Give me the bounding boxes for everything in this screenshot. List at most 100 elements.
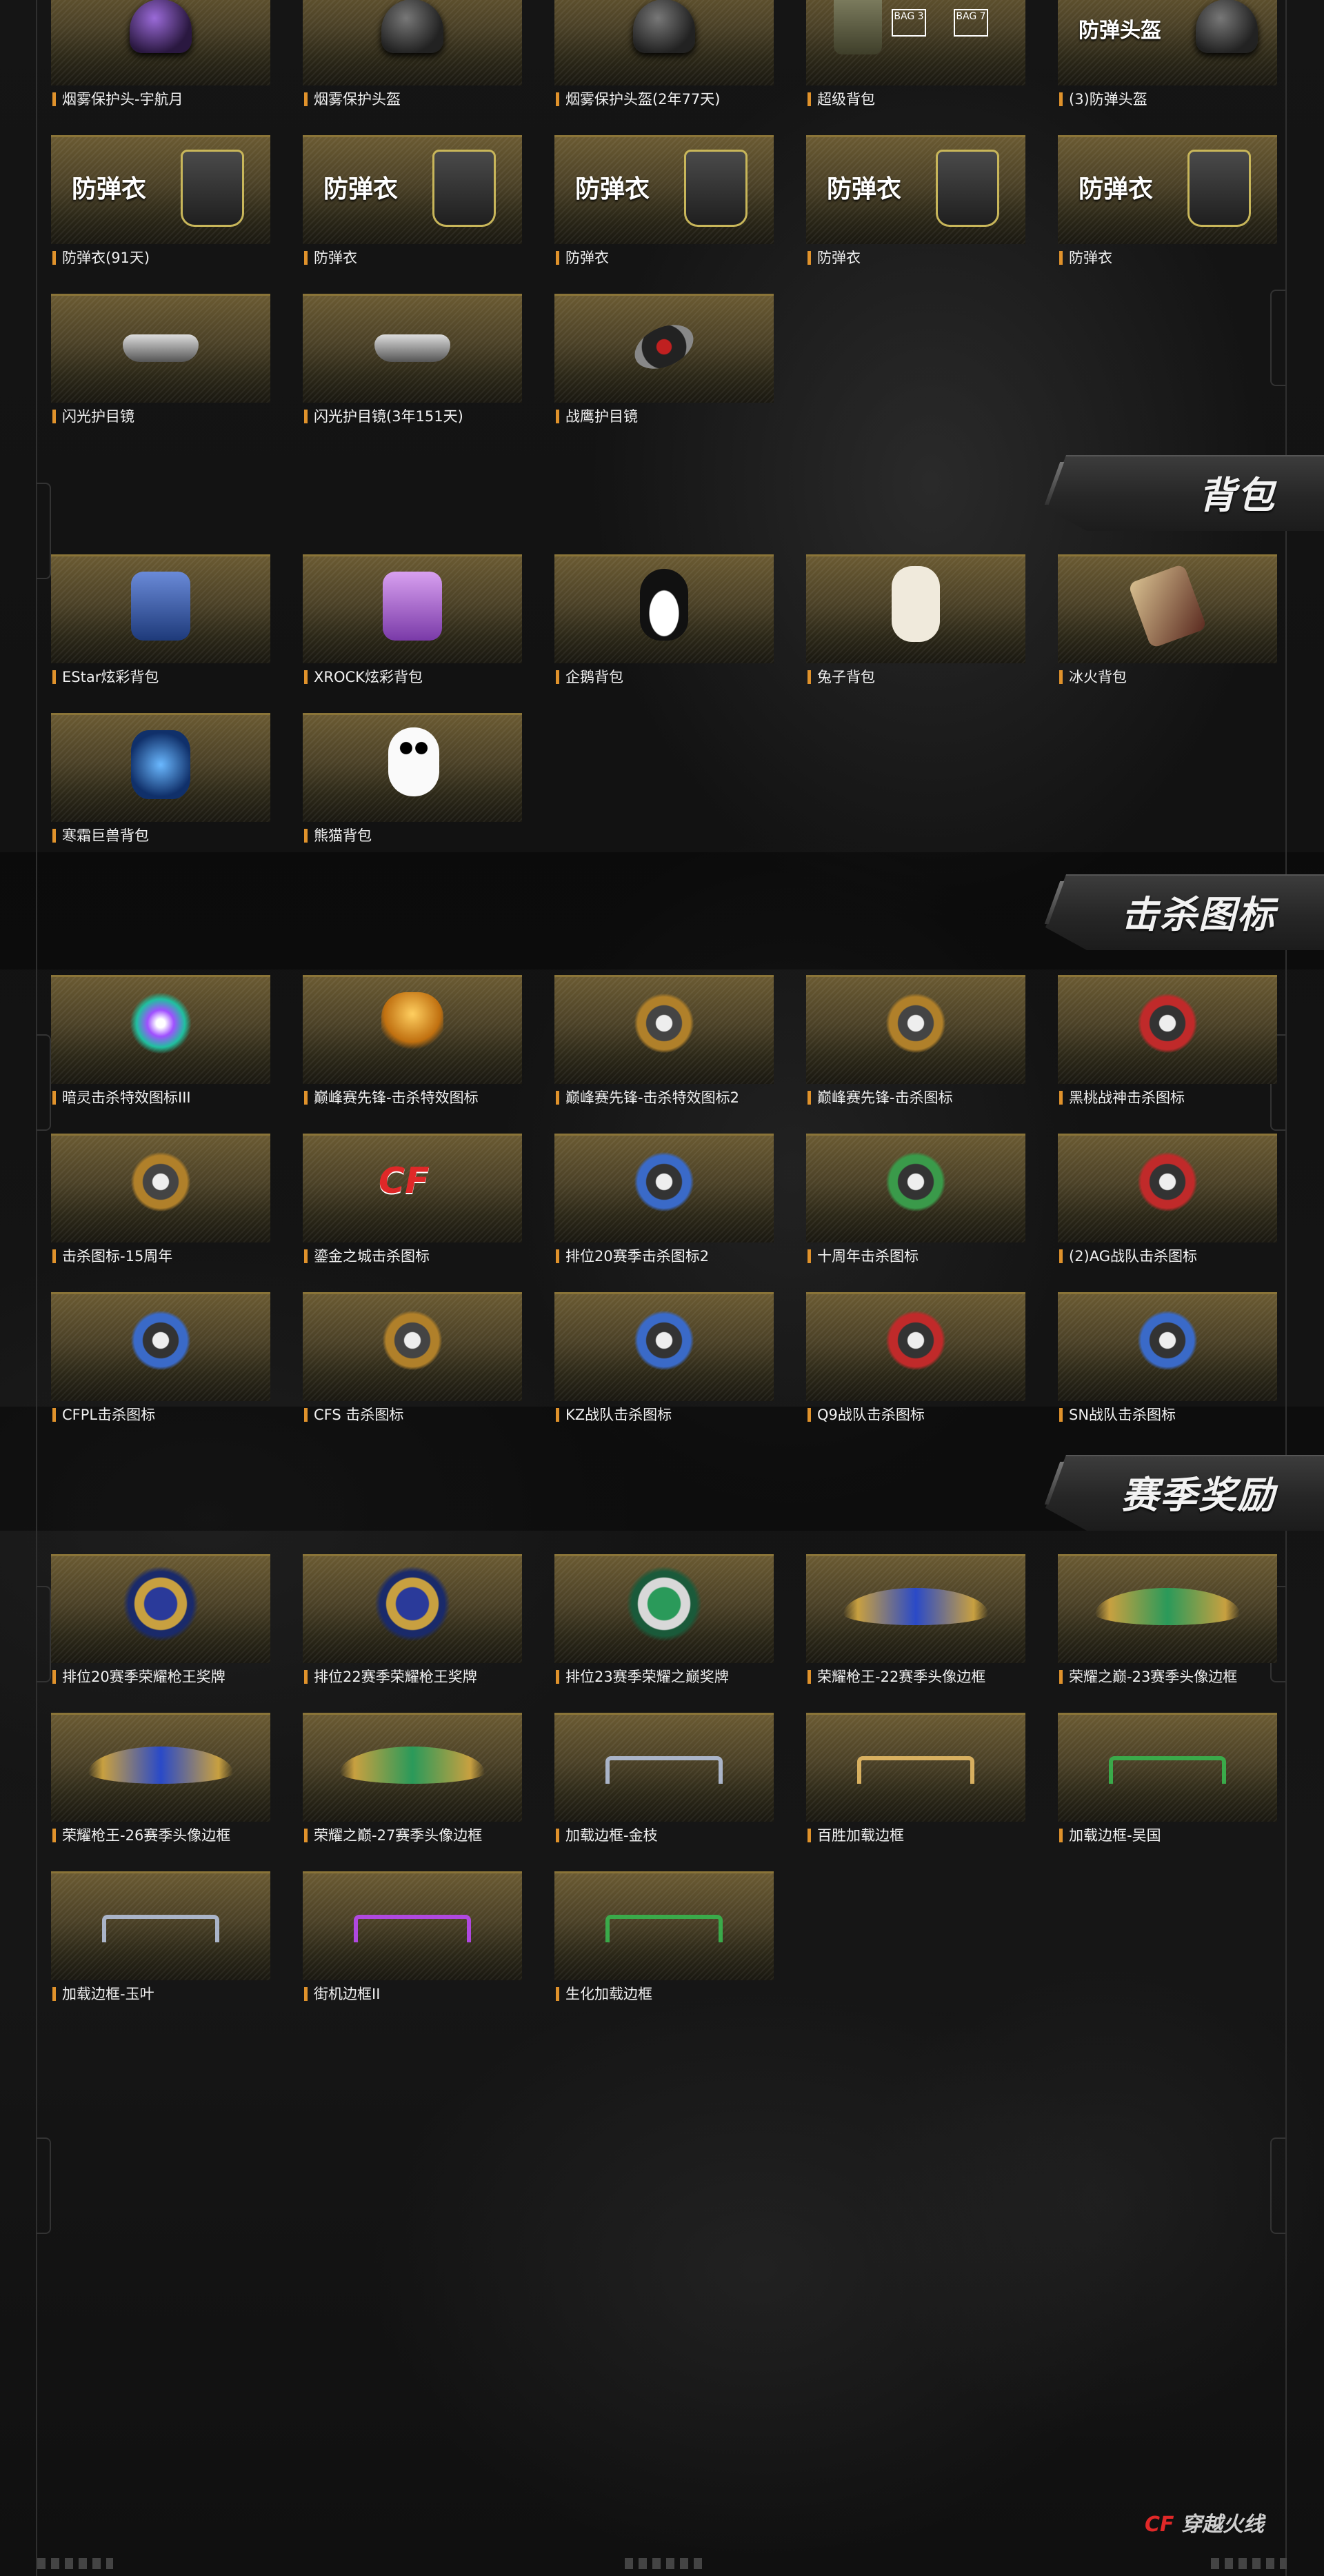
section-tab-shape [1045,455,1324,531]
item-label: 熊猫背包 [303,827,372,844]
item-label: 鎏金之城击杀图标 [303,1248,430,1265]
goggles-icon [123,334,199,362]
item-card[interactable]: 战鹰护目镜 [554,294,774,425]
item-card[interactable]: XROCK炫彩背包 [303,554,522,685]
item-label: 排位23赛季荣耀之巅奖牌 [554,1669,729,1685]
item-card[interactable]: 百胜加载边框 [806,1713,1025,1844]
item-thumbnail: 防弹衣 [51,135,270,244]
item-label: 防弹衣 [554,250,609,266]
skull-emblem-icon [1136,1309,1198,1371]
item-card[interactable]: 烟雾保护头盔 [303,0,522,108]
medal-icon [626,1566,702,1642]
item-label: 十周年击杀图标 [806,1248,919,1265]
skull-emblem-icon [1136,1151,1198,1213]
skull-emblem-icon [130,1151,192,1213]
frame-right-line [1285,0,1287,2576]
item-card[interactable]: 巅峰赛先锋-击杀特效图标2 [554,975,774,1106]
skull-emblem-icon [885,1309,947,1371]
item-card[interactable]: 防弹衣 防弹衣 [554,135,774,266]
item-card[interactable]: 寒霜巨兽背包 [51,713,270,844]
beast-icon [131,730,190,799]
item-card[interactable]: KZ战队击杀图标 [554,1292,774,1423]
item-label: 排位20赛季荣耀枪王奖牌 [51,1669,225,1685]
item-card[interactable]: Q9战队击杀图标 [806,1292,1025,1423]
skull-emblem-icon [885,1151,947,1213]
item-card[interactable]: 暗灵击杀特效图标III [51,975,270,1106]
item-card[interactable]: 生化加载边框 [554,1871,774,2002]
item-card[interactable]: CFPL击杀图标 [51,1292,270,1423]
item-card[interactable]: 荣耀枪王-26赛季头像边框 [51,1713,270,1844]
item-card[interactable]: 冰火背包 [1058,554,1277,685]
item-card[interactable]: 排位22赛季荣耀枪王奖牌 [303,1554,522,1685]
item-label: 寒霜巨兽背包 [51,827,149,844]
item-card[interactable]: 排位20赛季荣耀枪王奖牌 [51,1554,270,1685]
item-card[interactable]: 加载边框-金枝 [554,1713,774,1844]
item-card[interactable]: 熊猫背包 [303,713,522,844]
item-thumbnail [51,1871,270,1980]
item-card[interactable]: BAG 3 BAG 7 超级背包 [806,0,1025,108]
game-logo: CF 穿越火线 [1145,2507,1264,2537]
item-thumbnail [554,1554,774,1663]
item-thumbnail [51,713,270,822]
item-card[interactable]: 防弹衣 防弹衣 [1058,135,1277,266]
item-thumbnail [1058,1134,1277,1242]
item-thumbnail [554,1292,774,1401]
item-card[interactable]: 巅峰赛先锋-击杀图标 [806,975,1025,1106]
item-thumbnail: 防弹头盔 [1058,0,1277,85]
vest-icon [432,150,496,227]
vest-icon [684,150,748,227]
item-thumbnail [51,1554,270,1663]
vest-overlay-text: 防弹衣 [72,175,147,203]
loading-frame-icon [605,1756,723,1784]
item-card[interactable]: 十周年击杀图标 [806,1134,1025,1265]
vest-icon [936,150,999,227]
item-label: 防弹衣(91天) [51,250,150,266]
item-label: SN战队击杀图标 [1058,1407,1176,1423]
item-card[interactable]: 防弹衣 防弹衣 [303,135,522,266]
item-thumbnail [806,554,1025,663]
item-card[interactable]: 闪光护目镜(3年151天) [303,294,522,425]
vest-overlay-text: 防弹衣 [323,175,399,203]
item-card[interactable]: 防弹衣 防弹衣(91天) [51,135,270,266]
item-thumbnail [51,1134,270,1242]
item-card[interactable]: EStar炫彩背包 [51,554,270,685]
item-card[interactable]: 击杀图标-15周年 [51,1134,270,1265]
item-card[interactable]: 防弹头盔 (3)防弹头盔 [1058,0,1277,108]
item-card[interactable]: 烟雾保护头盔(2年77天) [554,0,774,108]
item-card[interactable]: SN战队击杀图标 [1058,1292,1277,1423]
item-label: 荣耀之巅-27赛季头像边框 [303,1827,482,1844]
item-thumbnail: 防弹衣 [303,135,522,244]
item-label: Q9战队击杀图标 [806,1407,925,1423]
cf-logo-icon: CF [379,1160,430,1202]
item-card[interactable]: 街机边框II [303,1871,522,2002]
item-label: 巅峰赛先锋-击杀特效图标2 [554,1089,739,1106]
item-card[interactable]: 加载边框-玉叶 [51,1871,270,2002]
item-thumbnail [303,1871,522,1980]
item-label: KZ战队击杀图标 [554,1407,672,1423]
item-card[interactable]: 排位23赛季荣耀之巅奖牌 [554,1554,774,1685]
item-card[interactable]: 黑桃战神击杀图标 [1058,975,1277,1106]
loading-frame-icon [857,1756,974,1784]
item-thumbnail: BAG 3 BAG 7 [806,0,1025,85]
item-card[interactable]: 荣耀之巅-27赛季头像边框 [303,1713,522,1844]
vest-overlay-text: 防弹衣 [827,175,902,203]
item-card[interactable]: 巅峰赛先锋-击杀特效图标 [303,975,522,1106]
item-card[interactable]: 烟雾保护头-宇航月 [51,0,270,108]
item-card[interactable]: 兔子背包 [806,554,1025,685]
backpack-icon [834,0,882,54]
goggles-icon [374,334,450,362]
item-card[interactable]: 荣耀枪王-22赛季头像边框 [806,1554,1025,1685]
item-card[interactable]: 闪光护目镜 [51,294,270,425]
item-label: 巅峰赛先锋-击杀图标 [806,1089,953,1106]
item-card[interactable]: (2)AG战队击杀图标 [1058,1134,1277,1265]
item-label: 荣耀枪王-22赛季头像边框 [806,1669,985,1685]
skull-emblem-icon [885,992,947,1054]
item-label: 兔子背包 [806,669,875,685]
item-card[interactable]: 企鹅背包 [554,554,774,685]
item-card[interactable]: CF 鎏金之城击杀图标 [303,1134,522,1265]
item-card[interactable]: CFS 击杀图标 [303,1292,522,1423]
item-card[interactable]: 防弹衣 防弹衣 [806,135,1025,266]
item-card[interactable]: 荣耀之巅-23赛季头像边框 [1058,1554,1277,1685]
item-card[interactable]: 排位20赛季击杀图标2 [554,1134,774,1265]
item-card[interactable]: 加载边框-吴国 [1058,1713,1277,1844]
